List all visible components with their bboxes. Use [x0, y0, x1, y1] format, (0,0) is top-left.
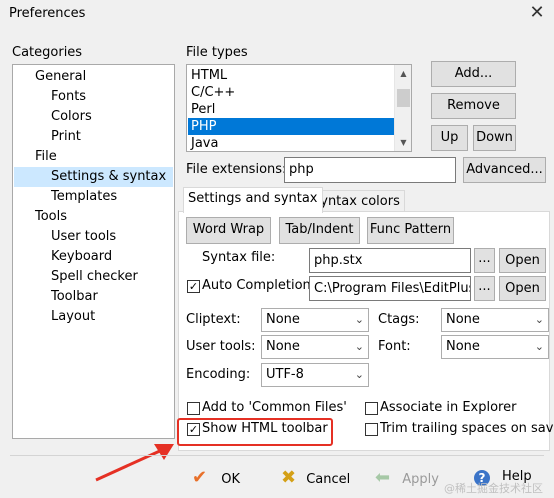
auto-completion-checkbox[interactable]: ✓ — [187, 280, 200, 293]
apply-label: Apply — [402, 472, 439, 487]
ctags-select[interactable]: None ⌄ — [441, 308, 549, 332]
annotation-arrow-icon — [95, 444, 174, 482]
func-pattern-button[interactable]: Func Pattern — [367, 217, 454, 244]
tree-item-templates[interactable]: Templates — [48, 187, 120, 207]
ok-label: OK — [221, 472, 240, 487]
auto-completion-input[interactable]: C:\Program Files\EditPlus\p — [309, 276, 471, 301]
user-tools-select[interactable]: None ⌄ — [261, 335, 369, 359]
file-type-item-selected[interactable]: PHP — [188, 118, 394, 135]
file-extensions-label: File extensions: — [186, 162, 287, 177]
syntax-file-label: Syntax file: — [202, 250, 276, 265]
tree-item-general[interactable]: General — [32, 67, 89, 87]
file-type-item[interactable]: Java — [188, 135, 394, 151]
footer-divider — [10, 455, 544, 456]
font-select[interactable]: None ⌄ — [441, 335, 549, 359]
apply-arrow-icon: ⬅ — [375, 467, 391, 488]
scroll-thumb[interactable] — [397, 89, 410, 107]
syntax-file-input[interactable]: php.stx — [309, 248, 471, 273]
tree-item-layout[interactable]: Layout — [48, 307, 98, 327]
ok-checkmark-icon: ✔ — [192, 467, 208, 488]
ctags-value: None — [446, 312, 480, 327]
tree-item-spell-checker[interactable]: Spell checker — [48, 267, 141, 287]
tree-item-toolbar[interactable]: Toolbar — [48, 287, 101, 307]
ctags-label: Ctags: — [378, 312, 420, 327]
add-common-files-checkbox[interactable] — [187, 402, 200, 415]
file-extensions-input[interactable]: php — [284, 157, 456, 183]
tab-settings-and-syntax[interactable]: Settings and syntax — [183, 187, 323, 213]
cliptext-value: None — [266, 312, 300, 327]
encoding-select[interactable]: UTF-8 ⌄ — [261, 363, 369, 387]
tree-item-keyboard[interactable]: Keyboard — [48, 247, 115, 267]
scroll-down-arrow-icon[interactable]: ▼ — [395, 134, 411, 151]
scroll-up-arrow-icon[interactable]: ▲ — [395, 65, 411, 82]
cancel-x-icon: ✖ — [281, 467, 297, 488]
trim-trailing-label: Trim trailing spaces on save — [380, 421, 554, 436]
word-wrap-button[interactable]: Word Wrap — [186, 217, 271, 244]
watermark-text: @稀土掘金技术社区 — [444, 482, 543, 495]
associate-explorer-checkbox[interactable] — [365, 402, 378, 415]
cliptext-select[interactable]: None ⌄ — [261, 308, 369, 332]
advanced-button[interactable]: Advanced... — [463, 157, 546, 183]
trim-trailing-checkbox[interactable] — [365, 423, 378, 436]
move-down-button[interactable]: Down — [473, 125, 516, 151]
file-types-label: File types — [186, 45, 248, 60]
cliptext-label: Cliptext: — [186, 312, 241, 327]
user-tools-value: None — [266, 339, 300, 354]
font-value: None — [446, 339, 480, 354]
window-title: Preferences — [9, 6, 86, 21]
tree-item-fonts[interactable]: Fonts — [48, 87, 89, 107]
tree-item-print[interactable]: Print — [48, 127, 84, 147]
encoding-label: Encoding: — [186, 367, 251, 382]
move-up-button[interactable]: Up — [431, 125, 468, 151]
auto-completion-label: Auto Completion: — [202, 278, 316, 293]
tree-item-settings-syntax[interactable]: Settings & syntax — [14, 167, 173, 187]
chevron-down-icon: ⌄ — [534, 313, 544, 326]
add-file-type-button[interactable]: Add... — [431, 61, 516, 87]
tree-item-tools[interactable]: Tools — [32, 207, 70, 227]
tab-indent-button[interactable]: Tab/Indent — [279, 217, 360, 244]
file-type-item[interactable]: HTML — [188, 67, 394, 84]
file-types-list[interactable]: HTML C/C++ Perl PHP Java ▲ ▼ — [186, 64, 412, 152]
add-common-files-label: Add to 'Common Files' — [202, 400, 347, 415]
file-type-item[interactable]: Perl — [188, 101, 394, 118]
apply-button[interactable]: ⬅ Apply — [375, 467, 455, 491]
chevron-down-icon: ⌄ — [534, 340, 544, 353]
font-label: Font: — [378, 339, 411, 354]
file-type-item[interactable]: C/C++ — [188, 84, 394, 101]
auto-completion-open-button[interactable]: Open — [499, 276, 546, 301]
tree-item-colors[interactable]: Colors — [48, 107, 95, 127]
tree-item-user-tools[interactable]: User tools — [48, 227, 119, 247]
auto-completion-browse-button[interactable]: ... — [474, 276, 495, 301]
cancel-button[interactable]: ✖ Cancel — [281, 467, 361, 491]
associate-explorer-label: Associate in Explorer — [380, 400, 517, 415]
file-types-scrollbar[interactable]: ▲ ▼ — [394, 65, 411, 151]
categories-tree[interactable]: General Fonts Colors Print File Settings… — [12, 64, 175, 439]
remove-file-type-button[interactable]: Remove — [431, 93, 516, 119]
highlight-annotation-box — [177, 418, 333, 446]
syntax-file-open-button[interactable]: Open — [499, 248, 546, 273]
chevron-down-icon: ⌄ — [354, 340, 364, 353]
categories-label: Categories — [12, 45, 83, 60]
ok-button[interactable]: ✔ OK — [192, 467, 262, 491]
close-icon[interactable]: ✕ — [525, 0, 549, 26]
cancel-label: Cancel — [306, 472, 351, 487]
user-tools-label: User tools: — [186, 339, 256, 354]
chevron-down-icon: ⌄ — [354, 313, 364, 326]
tree-item-file[interactable]: File — [32, 147, 60, 167]
syntax-file-browse-button[interactable]: ... — [474, 248, 495, 273]
chevron-down-icon: ⌄ — [354, 368, 364, 381]
encoding-value: UTF-8 — [266, 367, 304, 382]
